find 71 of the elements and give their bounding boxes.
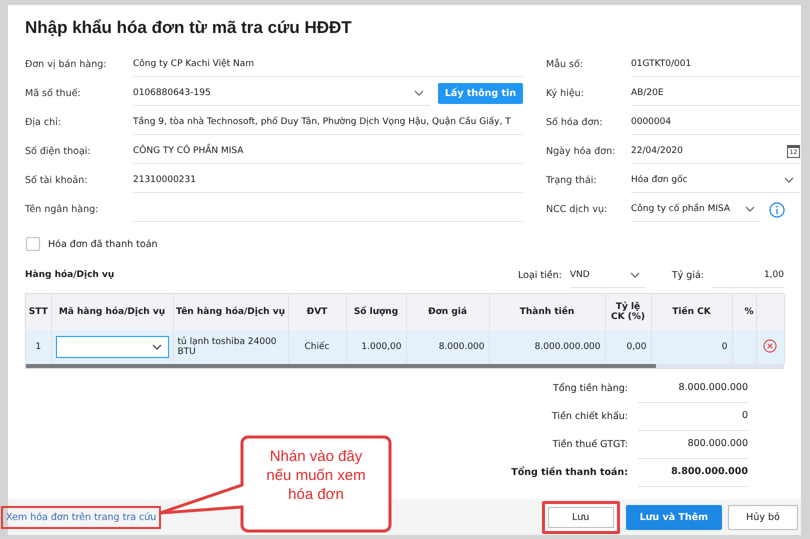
table-cell: 0,00 bbox=[605, 330, 651, 364]
total-value: 0 bbox=[638, 402, 748, 430]
column-header: Số lượng bbox=[346, 294, 406, 330]
column-header: Tiền CK bbox=[651, 294, 732, 330]
footer-button[interactable]: Hủy bỏ bbox=[728, 504, 798, 530]
table-cell: Chiếc bbox=[288, 330, 346, 364]
chevron-down-icon bbox=[414, 90, 424, 96]
column-header: Tỷ lệ CK (%) bbox=[605, 294, 651, 330]
column-header: Đơn giá bbox=[406, 294, 489, 330]
item-code-dropdown[interactable] bbox=[56, 336, 168, 358]
exchange-rate-field[interactable]: 1,00 bbox=[712, 262, 784, 288]
field-label: Tên ngân hàng: bbox=[25, 204, 100, 215]
delete-icon[interactable] bbox=[763, 338, 777, 352]
total-label: Tổng tiền hàng: bbox=[552, 382, 628, 394]
table-cell: 0 bbox=[651, 330, 732, 364]
column-header: Tên hàng hóa/Dịch vụ bbox=[173, 294, 288, 330]
input-field[interactable]: Công ty CP Kachi Việt Nam bbox=[133, 52, 523, 77]
callout-text: Nhán vào đây nếu muốn xem hóa đơn bbox=[265, 447, 367, 504]
input-field[interactable]: CÔNG TY CÔ PHẦN MISA bbox=[133, 139, 523, 164]
input-field[interactable]: 01GTKT0/001 bbox=[631, 52, 800, 77]
table-row[interactable]: 1 tủ lạnh toshiba 24000 BTU Chiếc 1.000,00 8.000.000 8.000.000.000 0,00 0 bbox=[26, 330, 784, 364]
table-cell: 1 bbox=[26, 330, 51, 364]
field-label: Tỷ giá: bbox=[672, 270, 704, 280]
checkbox[interactable] bbox=[26, 237, 40, 251]
footer-button[interactable]: Lưu và Thêm bbox=[626, 504, 722, 530]
tax-code-dropdown[interactable]: 0106880643-195 bbox=[133, 81, 430, 106]
checkbox-label: Hóa đơn đã thanh toán bbox=[48, 238, 158, 250]
field-label: NCC dịch vụ: bbox=[546, 204, 608, 215]
field-label: Mã số thuế: bbox=[25, 88, 82, 99]
input-field[interactable]: 0000004 bbox=[631, 110, 800, 135]
total-label: Tiền chiết khấu: bbox=[550, 410, 628, 422]
field-label: Số tài khoản: bbox=[25, 175, 88, 186]
chevron-down-icon bbox=[152, 344, 162, 350]
dropdown[interactable]: Công ty cố phần MISA bbox=[631, 197, 761, 222]
total-label: Tiền thuế GTGT: bbox=[552, 438, 628, 450]
column-header: Mã hàng hóa/Dịch vụ bbox=[51, 294, 173, 330]
table-cell: 8.000.000.000 bbox=[489, 330, 605, 364]
field-label: Loại tiền: bbox=[518, 270, 562, 280]
column-header: % bbox=[732, 294, 756, 330]
dropdown[interactable]: Hóa đơn gốc bbox=[631, 168, 800, 193]
info-icon[interactable] bbox=[769, 202, 785, 218]
chevron-down-icon bbox=[784, 177, 794, 183]
input-field[interactable]: AB/20E bbox=[631, 81, 800, 106]
field-label: Số điện thoại: bbox=[25, 146, 92, 157]
total-value: 8.000.000.000 bbox=[638, 374, 748, 402]
total-value: 8.800.000.000 bbox=[638, 458, 748, 486]
footer-button[interactable]: Lưu bbox=[542, 500, 620, 534]
field-label: Ký hiệu: bbox=[546, 88, 585, 99]
field-label: Địa chỉ: bbox=[25, 117, 62, 128]
field-label: Đơn vị bán hàng: bbox=[25, 59, 108, 70]
input-field[interactable]: Tầng 9, tòa nhà Technosoft, phố Duy Tân, Phường Dịch Vọng Hậu, Quận Cầu Giấy, T bbox=[133, 110, 523, 135]
column-header: ĐVT bbox=[288, 294, 346, 330]
chevron-down-icon bbox=[630, 272, 640, 278]
field-label: Ngày hóa đơn: bbox=[546, 146, 616, 157]
total-value: 800.000.000 bbox=[638, 430, 748, 458]
table-cell: 1.000,00 bbox=[346, 330, 406, 364]
currency-dropdown[interactable]: VND bbox=[570, 262, 646, 288]
chevron-down-icon bbox=[745, 206, 755, 212]
column-header: Thành tiền bbox=[489, 294, 605, 330]
field-label: Mẫu số: bbox=[546, 59, 584, 70]
table-cell: 8.000.000 bbox=[406, 330, 489, 364]
field-label: Trạng thái: bbox=[546, 175, 598, 186]
input-field[interactable]: 21310000231 bbox=[133, 168, 523, 193]
dialog-title: Nhập khẩu hóa đơn từ mã tra cứu HĐĐT bbox=[24, 17, 353, 39]
field-label: Số hóa đơn: bbox=[546, 117, 604, 128]
scrollbar-thumb[interactable] bbox=[26, 364, 656, 368]
section-title: Hàng hóa/Dịch vụ bbox=[25, 270, 114, 280]
view-invoice-link[interactable]: Xem hóa đơn trên trang tra cứu bbox=[1, 506, 162, 528]
column-header: STT bbox=[26, 294, 51, 330]
total-label: Tổng tiền thanh toán: bbox=[510, 466, 628, 478]
table-cell: tủ lạnh toshiba 24000 BTU bbox=[173, 330, 288, 364]
